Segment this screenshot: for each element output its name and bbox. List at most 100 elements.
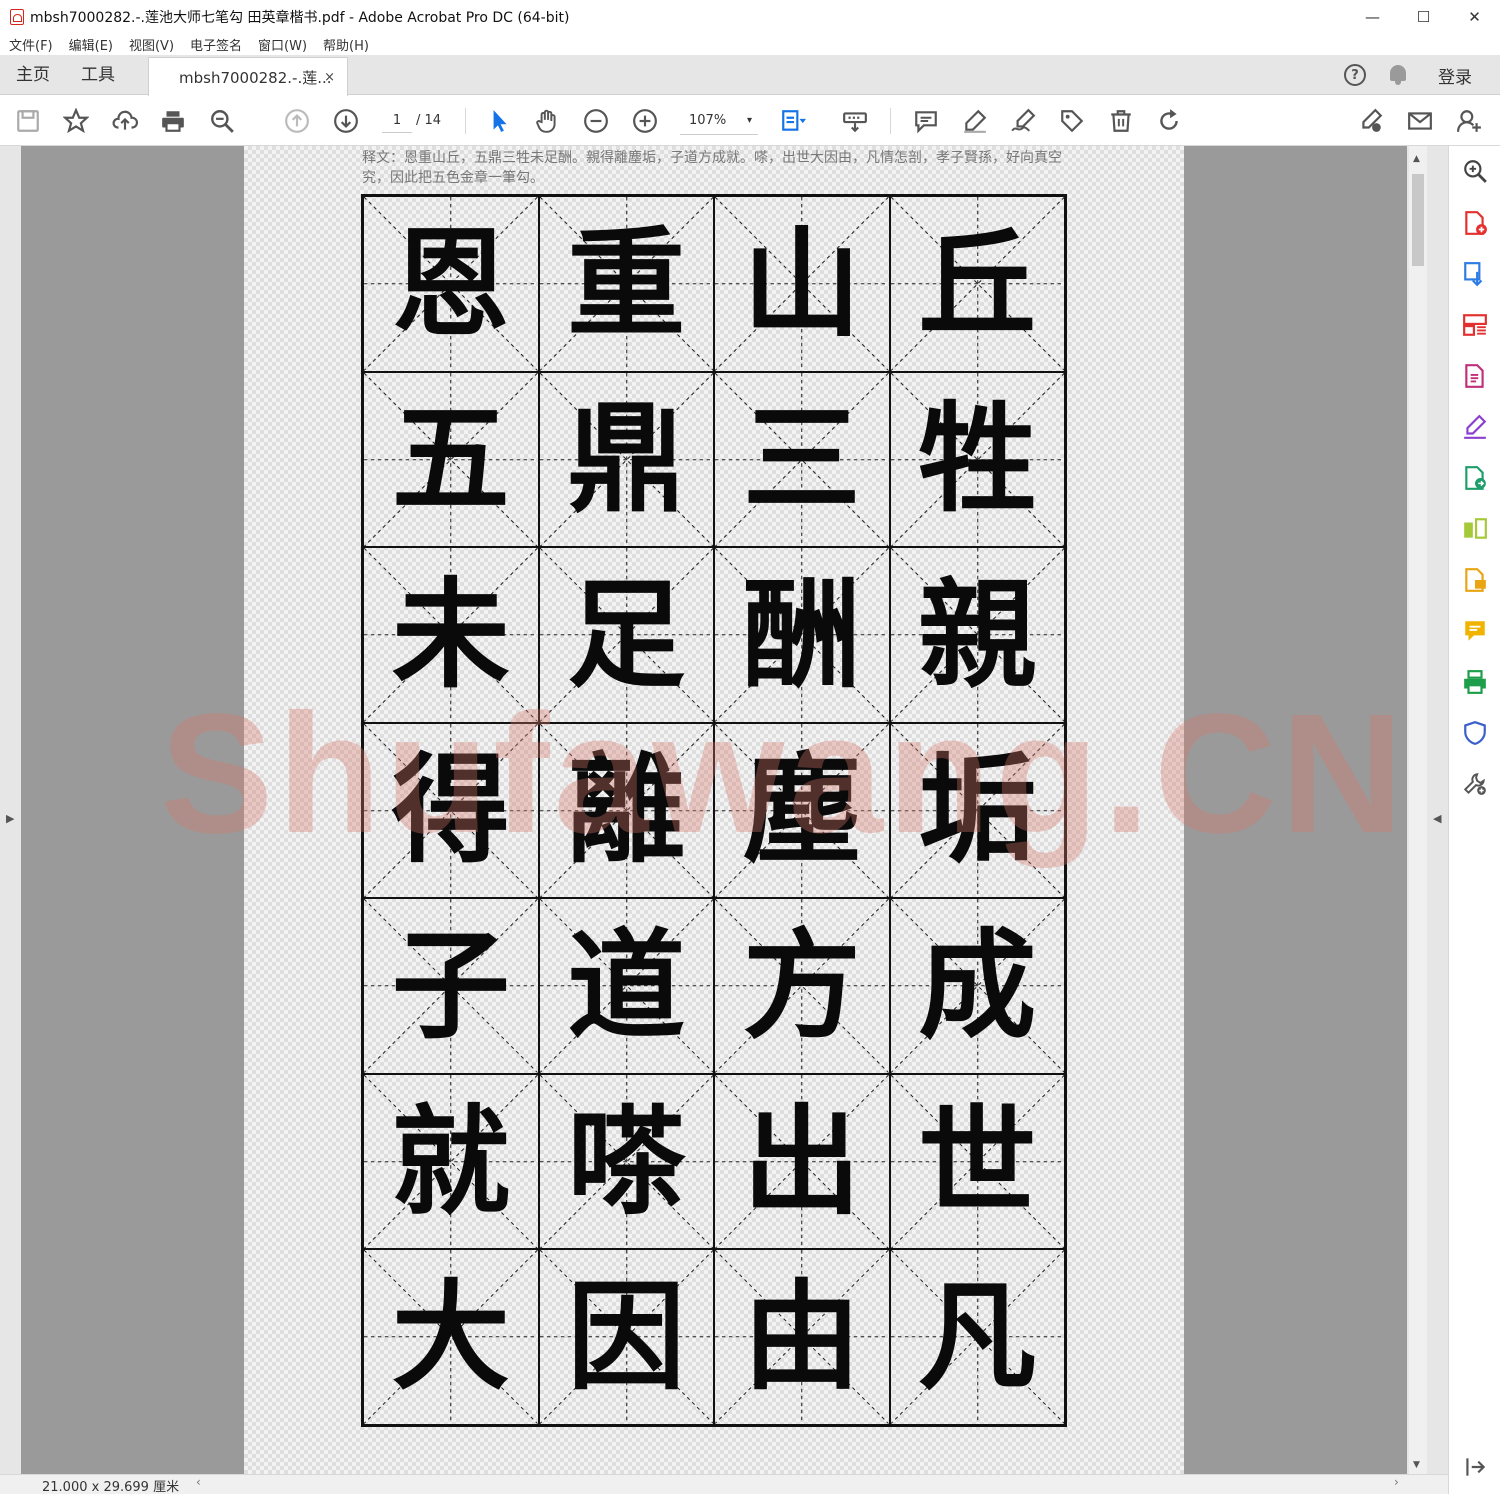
select-cursor-icon[interactable] [484,106,514,136]
grid-cell: 重 [538,196,714,372]
grid-cell: 恩 [363,196,539,372]
calligraphy-character: 成 [918,916,1037,1056]
grid-cell: 凡 [889,1249,1065,1425]
highlight-pen-icon[interactable] [960,106,990,136]
comment-icon[interactable] [911,106,941,136]
zoom-level-select[interactable]: 107% ▾ [680,107,758,135]
menu-esign[interactable]: 电子签名 [190,35,242,54]
page-number-input[interactable]: 1 [382,109,412,133]
print-icon[interactable] [158,106,188,136]
bookmark-star-icon[interactable] [61,106,91,136]
help-icon[interactable]: ? [1344,64,1366,86]
toolbar: 1 / 14 107% ▾ [0,96,1500,146]
grid-cell: 嗏 [538,1073,714,1250]
grid-cell: 世 [889,1073,1065,1250]
tab-tools[interactable]: 工具 [81,55,115,95]
delete-trash-icon[interactable] [1106,106,1136,136]
rotate-icon[interactable] [1154,106,1184,136]
tab-home[interactable]: 主页 [16,55,50,95]
scroll-left-icon[interactable]: ‹ [196,1475,201,1489]
keyboard-tool-icon[interactable] [840,106,870,136]
export-pdf-icon[interactable] [1462,261,1488,287]
login-button[interactable]: 登录 [1438,63,1472,88]
zoom-in-icon[interactable] [630,106,660,136]
close-tab-icon[interactable]: × [324,70,335,85]
page-display-icon[interactable] [778,106,808,136]
grid-cell: 丘 [889,196,1065,372]
print-production-icon[interactable] [1462,669,1488,695]
scroll-right-icon[interactable]: › [1394,1475,1399,1489]
fill-sign-pen-icon[interactable] [1462,414,1488,440]
calligraphy-character: 足 [567,564,686,704]
grid-cell: 道 [538,898,714,1074]
grid-cell: 親 [889,547,1065,723]
calligraphy-character: 就 [391,1091,510,1231]
collapse-panel-icon[interactable] [1462,1454,1488,1480]
grid-cell: 大 [363,1249,539,1425]
calligraphy-character: 道 [567,916,686,1056]
export-file-icon[interactable] [1462,567,1488,593]
grid-cell: 酬 [714,547,890,723]
previous-page-icon[interactable] [282,106,312,136]
acrobat-icon [10,8,24,25]
compare-files-icon[interactable] [1462,516,1488,542]
grid-cell: 由 [714,1249,890,1425]
edit-tag-icon[interactable] [1057,106,1087,136]
scroll-up-icon[interactable]: ▲ [1413,154,1420,164]
scroll-down-icon[interactable]: ▼ [1413,1460,1420,1470]
menu-bar: 文件(F) 编辑(E) 视图(V) 电子签名 窗口(W) 帮助(H) [0,33,1500,55]
create-pdf-icon[interactable] [1462,210,1488,236]
calligraphy-character: 世 [918,1091,1037,1231]
maximize-button[interactable]: ☐ [1398,0,1449,33]
calligraphy-character: 凡 [918,1267,1037,1407]
calligraphy-character: 牲 [918,389,1037,529]
zoom-search-icon[interactable] [207,106,237,136]
cloud-upload-icon[interactable] [110,106,140,136]
zoom-level-value: 107% [689,113,727,128]
email-icon[interactable] [1405,106,1435,136]
grid-cell: 成 [889,898,1065,1074]
window-controls: — ☐ ✕ [1347,0,1500,33]
right-tools-panel [1448,146,1500,1494]
document-viewport[interactable]: ▶ 释文：恩重山丘，五鼎三牲未足酬。親得離塵垢，子道方成就。嗏，出世大因由，凡情… [0,146,1448,1474]
share-user-icon[interactable] [1454,106,1484,136]
edit-pdf-icon[interactable] [1462,363,1488,389]
page-dimensions: 21.000 x 29.699 厘米 [42,1480,180,1494]
calligraphy-character: 出 [742,1091,861,1231]
character-grid: 恩重山丘五鼎三牲未足酬親得離塵垢子道方成就嗏出世大因由凡 [361,194,1067,1427]
menu-help[interactable]: 帮助(H) [323,35,369,54]
minimize-button[interactable]: — [1347,0,1398,33]
vertical-scrollbar[interactable]: ▲ ▼ [1409,146,1427,1474]
collapse-right-panel-icon: ◀ [1433,812,1442,825]
left-panel-toggle[interactable]: ▶ [0,146,21,1474]
zoom-out-icon[interactable] [581,106,611,136]
sign-pen-icon[interactable] [1008,106,1038,136]
menu-file[interactable]: 文件(F) [9,35,53,54]
save-icon[interactable] [13,106,43,136]
expand-left-panel-icon: ▶ [6,812,15,825]
calligraphy-character: 大 [391,1267,510,1407]
search-zoom-icon[interactable] [1462,158,1488,184]
tab-document[interactable]: mbsh7000282.-.莲... × [148,57,348,96]
grid-cell: 五 [363,371,539,548]
hand-tool-icon[interactable] [532,106,562,136]
send-for-signature-icon[interactable] [1462,465,1488,491]
fill-sign-icon[interactable] [1356,106,1386,136]
notification-bell-icon[interactable] [1388,64,1408,86]
grid-cell: 得 [363,722,539,899]
grid-cell: 離 [538,722,714,899]
menu-view[interactable]: 视图(V) [129,35,174,54]
grid-cell: 牲 [889,371,1065,548]
scrollbar-thumb[interactable] [1412,174,1424,266]
organize-pages-icon[interactable] [1462,312,1488,338]
calligraphy-character: 未 [391,564,510,704]
more-tools-wrench-icon[interactable] [1462,771,1488,797]
calligraphy-character: 鼎 [567,389,686,529]
next-page-icon[interactable] [331,106,361,136]
close-button[interactable]: ✕ [1449,0,1500,33]
comment-tool-icon[interactable] [1462,618,1488,644]
grid-cell: 鼎 [538,371,714,548]
menu-edit[interactable]: 编辑(E) [69,35,113,54]
protect-shield-icon[interactable] [1462,720,1488,746]
menu-window[interactable]: 窗口(W) [258,35,307,54]
